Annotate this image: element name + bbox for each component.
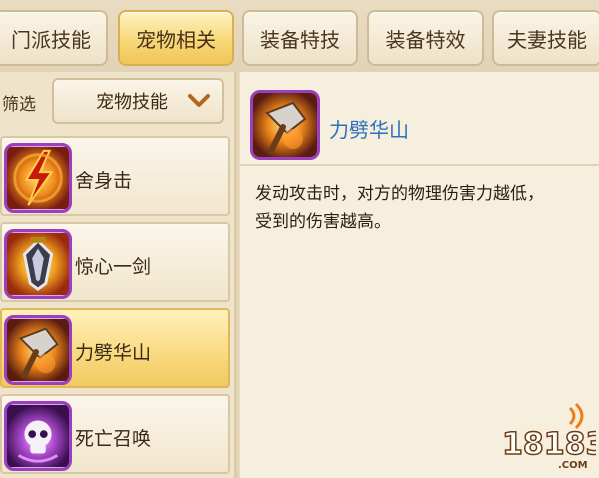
chevron-down-icon xyxy=(188,93,210,109)
description-line: 受到的伤害越高。 xyxy=(255,212,391,232)
filter-selected-value: 宠物技能 xyxy=(96,92,168,113)
skill-name: 力劈华山 xyxy=(75,342,152,364)
skill-list-item[interactable]: 惊心一剑 xyxy=(0,222,230,302)
tab-sect-skills[interactable]: 门派技能 xyxy=(0,10,108,66)
tab-couple-skills[interactable]: 夫妻技能 xyxy=(492,10,599,66)
detail-skill-title: 力劈华山 xyxy=(329,118,409,142)
svg-text:18183: 18183 xyxy=(502,427,596,462)
filter-dropdown[interactable]: 宠物技能 xyxy=(52,78,224,124)
axe-smash-icon xyxy=(250,90,320,160)
axe-smash-icon xyxy=(4,315,72,385)
tab-label: 装备特效 xyxy=(385,27,466,52)
tab-equipment-skills[interactable]: 装备特技 xyxy=(242,10,358,66)
tab-label: 门派技能 xyxy=(11,27,91,52)
tab-bar: 门派技能 宠物相关 装备特技 装备特效 夫妻技能 xyxy=(0,0,599,72)
tab-label: 宠物相关 xyxy=(136,27,216,52)
watermark-logo: 18183 .COM xyxy=(500,402,599,474)
skill-name: 死亡召唤 xyxy=(75,428,152,450)
skill-list-item[interactable]: 舍身击 xyxy=(0,136,230,216)
skull-icon xyxy=(4,401,72,471)
sword-shield-icon xyxy=(4,229,72,299)
svg-text:.COM: .COM xyxy=(558,460,588,471)
filter-label: 筛选 xyxy=(2,95,36,115)
tab-label: 装备特技 xyxy=(260,27,340,52)
tab-pet-related[interactable]: 宠物相关 xyxy=(118,10,234,66)
skill-list-item[interactable]: 死亡召唤 xyxy=(0,394,230,474)
skill-name: 惊心一剑 xyxy=(75,256,152,278)
tab-equipment-effects[interactable]: 装备特效 xyxy=(367,10,484,66)
skill-name: 舍身击 xyxy=(75,170,133,192)
lightning-strike-icon xyxy=(4,143,72,213)
description-line: 发动攻击时，对方的物理伤害力越低， xyxy=(255,184,544,204)
detail-description: 发动攻击时，对方的物理伤害力越低， 受到的伤害越高。 xyxy=(255,180,585,236)
tab-label: 夫妻技能 xyxy=(507,27,587,52)
skill-list-item[interactable]: 力劈华山 xyxy=(0,308,230,388)
